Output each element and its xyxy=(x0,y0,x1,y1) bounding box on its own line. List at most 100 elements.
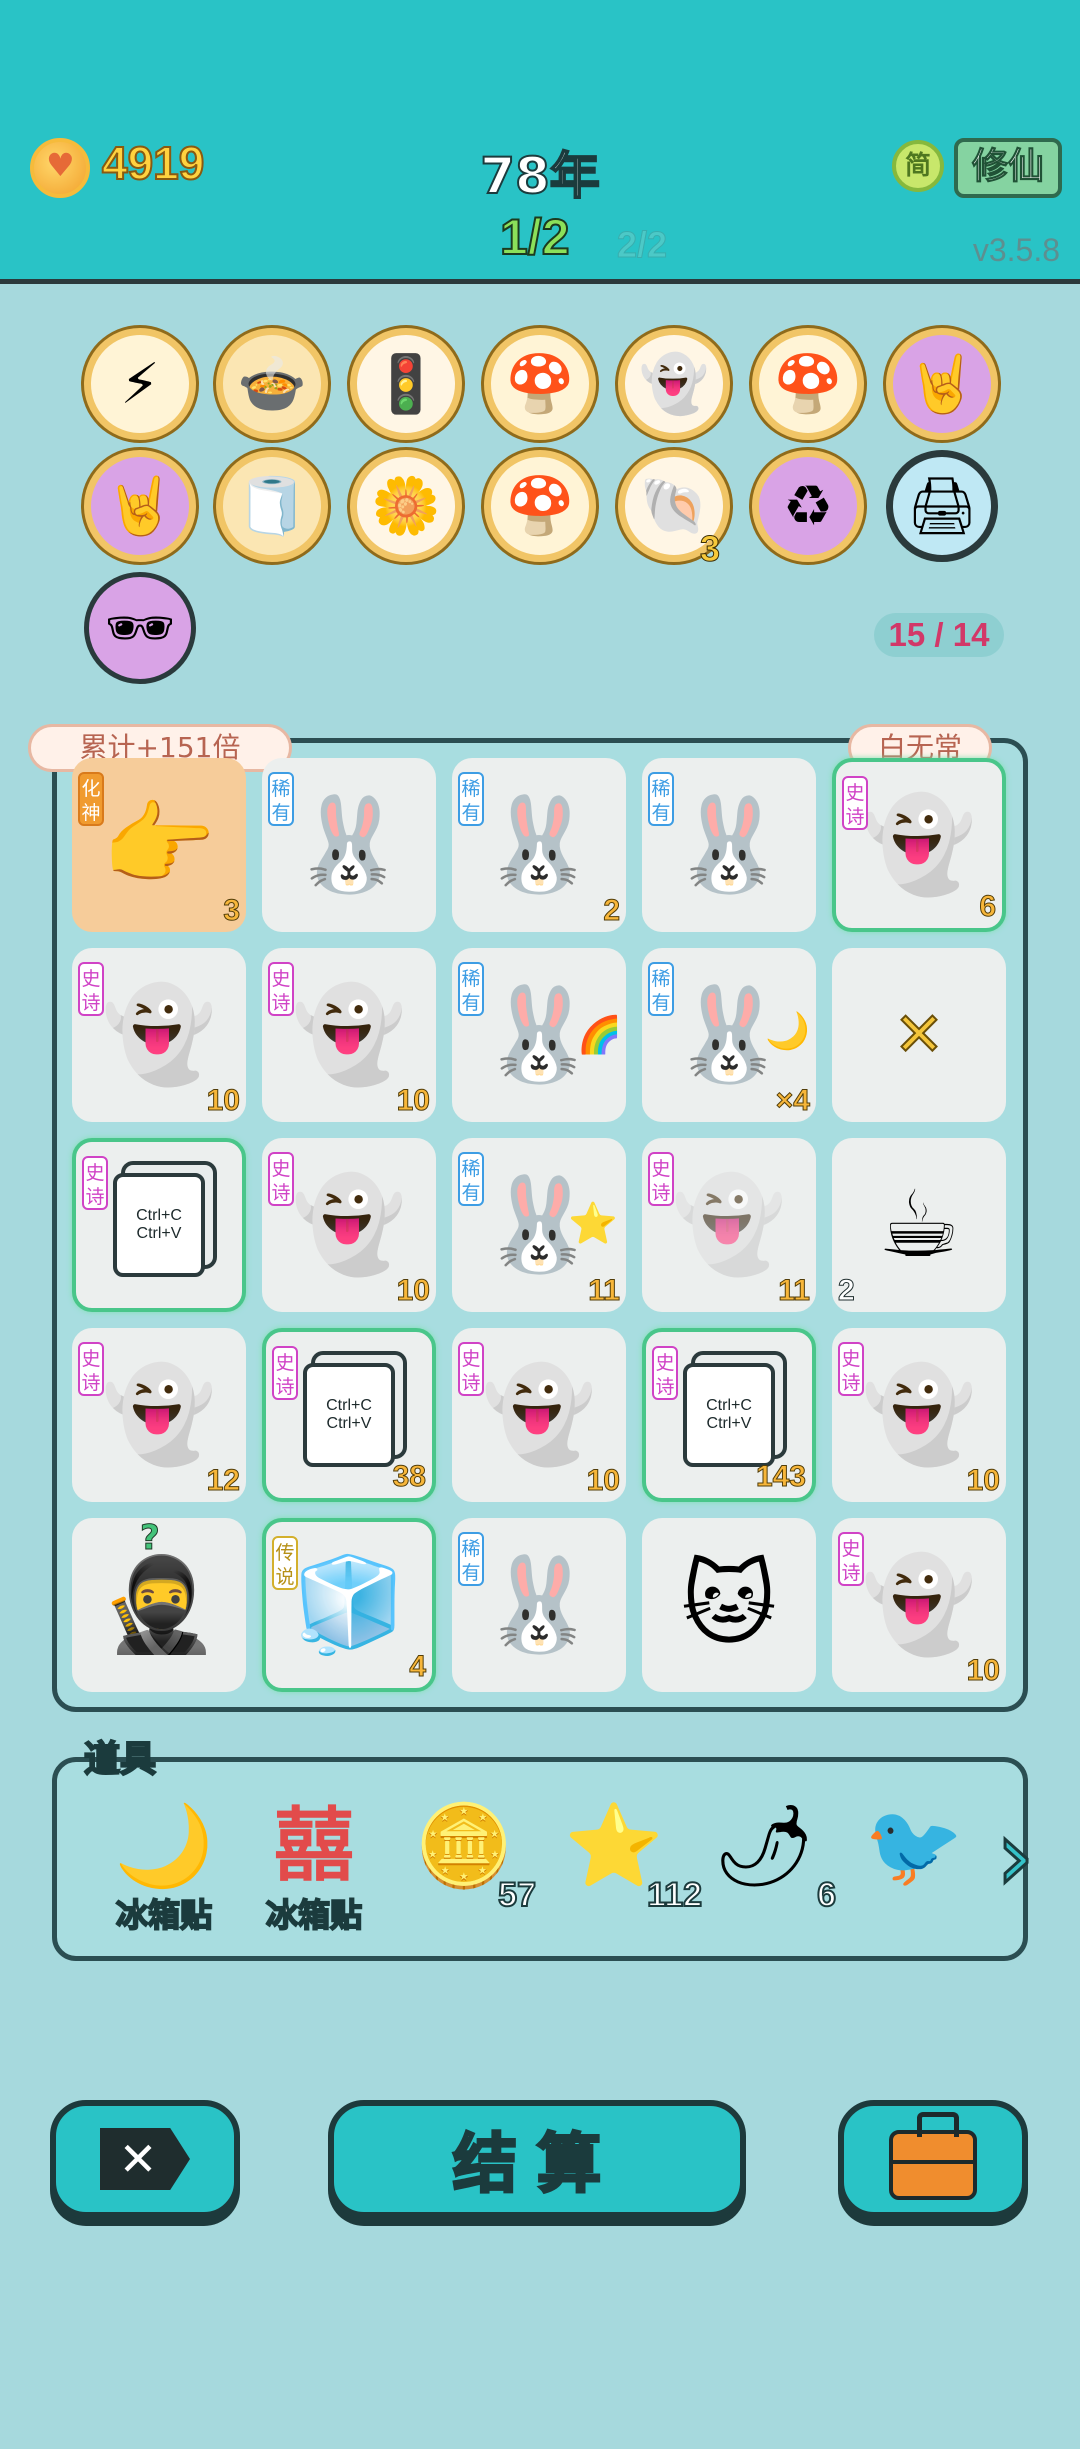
board-cell[interactable]: 稀有 🐰 xyxy=(262,758,436,932)
mushroom-cloud-icon[interactable]: 🍄 xyxy=(752,328,864,440)
props-title: 道具 xyxy=(83,1738,157,1781)
tier-tag: 稀有 xyxy=(648,772,674,826)
mode-simple-button[interactable]: 简 xyxy=(892,140,944,192)
board-cell[interactable]: 史诗 👻 10 xyxy=(262,1138,436,1312)
cell-count: 11 xyxy=(778,1274,811,1308)
recycle-icon[interactable]: ♻ xyxy=(752,450,864,562)
board-cell[interactable]: 史诗 👻 6 xyxy=(832,758,1006,932)
tier-tag: 史诗 xyxy=(648,1152,674,1206)
tier-tag: 史诗 xyxy=(838,1342,864,1396)
board-cell[interactable]: 史诗 👻 10 xyxy=(832,1328,1006,1502)
board-cell[interactable]: 传说 🧊 4 xyxy=(262,1518,436,1692)
prop-item[interactable]: 🐦 xyxy=(854,1800,974,1950)
board-cell[interactable]: 史诗 Ctrl+C Ctrl+V xyxy=(72,1138,246,1312)
cell-count: 10 xyxy=(586,1464,620,1498)
cell-count: 4 xyxy=(409,1650,427,1684)
cell-count: 11 xyxy=(588,1274,621,1308)
board-cell[interactable]: 史诗 👻 12 xyxy=(72,1328,246,1502)
rainbow-icon: 🌈 xyxy=(577,1015,622,1056)
board-cell[interactable]: 化神 👉 3 xyxy=(72,758,246,932)
delete-icon: ✕ xyxy=(100,2128,190,2190)
star-icon: ⭐ xyxy=(568,1201,618,1247)
board-cell[interactable]: 史诗 Ctrl+C Ctrl+V 143 xyxy=(642,1328,816,1502)
copy-card-icon: Ctrl+C Ctrl+V xyxy=(683,1363,775,1467)
cell-count: 143 xyxy=(755,1460,806,1494)
rice-cooker-icon[interactable]: 🍲 xyxy=(216,328,328,440)
tier-tag: 稀有 xyxy=(268,772,294,826)
ghost-traffic-light-icon[interactable]: 🚦 xyxy=(350,328,462,440)
tier-tag: 稀有 xyxy=(458,1152,484,1206)
tier-tag: 史诗 xyxy=(78,962,104,1016)
pointing-hand-icon: 👉 xyxy=(101,791,217,898)
coffee-icon: ☕ xyxy=(877,1171,961,1278)
winking-ghost-icon[interactable]: 👻 xyxy=(618,328,730,440)
ghost-icon: 👻 xyxy=(861,1551,977,1658)
flower-pot-icon[interactable]: 🌼 xyxy=(350,450,462,562)
board-cell[interactable]: 稀有 🐰 🌙 ×4 xyxy=(642,948,816,1122)
prop-item[interactable]: 🌶 6 xyxy=(704,1799,837,1950)
bag-button[interactable] xyxy=(838,2100,1028,2218)
prop-item[interactable]: 🌙 冰箱贴 xyxy=(104,1800,224,1950)
star-icon: ⭐ xyxy=(564,1799,664,1892)
prop-item[interactable]: ⭐ 112 xyxy=(554,1799,703,1950)
cell-count: 6 xyxy=(979,890,997,924)
mushroom-cloud-icon[interactable]: 🍄 xyxy=(484,328,596,440)
cell-count: 3 xyxy=(223,894,241,928)
sunglasses-peach-icon[interactable]: 🕶 xyxy=(84,572,196,684)
cell-count: 2 xyxy=(603,894,621,928)
cell-count: 10 xyxy=(396,1274,430,1308)
page-indicator-other[interactable]: 2/2 xyxy=(616,224,667,266)
tier-tag: 史诗 xyxy=(82,1156,108,1210)
tier-tag: 稀有 xyxy=(458,1532,484,1586)
board-cell[interactable]: 史诗 Ctrl+C Ctrl+V 38 xyxy=(262,1328,436,1502)
copy-card-icon: Ctrl+C Ctrl+V xyxy=(113,1173,205,1277)
board-cell[interactable]: 稀有 🐰 ⭐ 11 xyxy=(452,1138,626,1312)
ghost-icon: 👻 xyxy=(481,1361,597,1468)
chevron-right-icon[interactable]: › xyxy=(995,1805,1056,1910)
cell-count: 38 xyxy=(392,1460,426,1494)
tier-tag: 史诗 xyxy=(272,1346,298,1400)
page-indicator-current[interactable]: 1/2 xyxy=(499,208,571,266)
board-cell[interactable]: 稀有 🐰 2 xyxy=(452,758,626,932)
board-cell[interactable]: 史诗 👻 11 xyxy=(642,1138,816,1312)
board-cell[interactable]: 史诗 👻 10 xyxy=(72,948,246,1122)
tier-tag: 史诗 xyxy=(268,1152,294,1206)
prop-item[interactable]: 囍 冰箱贴 xyxy=(254,1800,374,1950)
board-cell[interactable]: 🐱 xyxy=(642,1518,816,1692)
tier-tag: 史诗 xyxy=(458,1342,484,1396)
moon-icon: 🌙 xyxy=(114,1799,214,1892)
prop-item[interactable]: 🪙 57 xyxy=(404,1799,537,1950)
thief-icon: 🥷 xyxy=(101,1551,217,1658)
board-cell[interactable]: 史诗 👻 10 xyxy=(262,948,436,1122)
tier-tag: 史诗 xyxy=(842,776,868,830)
board-cell[interactable]: 史诗 👻 10 xyxy=(832,1518,1006,1692)
board-cell[interactable]: 🥷 ? xyxy=(72,1518,246,1692)
board-cell[interactable]: 稀有 🐰 xyxy=(452,1518,626,1692)
rock-hand-icon[interactable]: 🤘 xyxy=(84,450,196,562)
board-cell[interactable]: 稀有 🐰 xyxy=(642,758,816,932)
tier-tag: 化神 xyxy=(78,772,104,826)
board-cell[interactable]: 稀有 🐰 🌈 xyxy=(452,948,626,1122)
tier-tag: 史诗 xyxy=(652,1346,678,1400)
clear-button[interactable]: ✕ xyxy=(50,2100,240,2218)
settle-button[interactable]: 结算 xyxy=(328,2100,746,2218)
board-cell[interactable]: ✕ xyxy=(832,948,1006,1122)
cell-count: ×4 xyxy=(775,1084,810,1118)
mode-cultivate-button[interactable]: 修仙 xyxy=(954,138,1062,198)
printer-warning-icon[interactable]: 🖨 xyxy=(886,450,998,562)
dollar-coin-icon: 🪙 xyxy=(414,1799,514,1892)
copy-card-icon: Ctrl+C Ctrl+V xyxy=(303,1363,395,1467)
bird-icon: 🐦 xyxy=(864,1799,964,1892)
tissue-box-icon[interactable]: 🧻 xyxy=(216,450,328,562)
ghost-icon: 👻 xyxy=(291,1171,407,1278)
board-cell[interactable]: 史诗 👻 10 xyxy=(452,1328,626,1502)
shell-count: 3 xyxy=(699,528,721,570)
lightning-icon[interactable]: ⚡ xyxy=(84,328,196,440)
prop-count: 6 xyxy=(816,1875,837,1915)
cell-count: 10 xyxy=(206,1084,240,1118)
mushroom-cloud-icon[interactable]: 🍄 xyxy=(484,450,596,562)
board-cell[interactable]: ☕ 2 xyxy=(832,1138,1006,1312)
chili-icon: 🌶 xyxy=(713,1799,815,1892)
rock-hand-icon[interactable]: 🤘 xyxy=(886,328,998,440)
cell-count: 10 xyxy=(396,1084,430,1118)
